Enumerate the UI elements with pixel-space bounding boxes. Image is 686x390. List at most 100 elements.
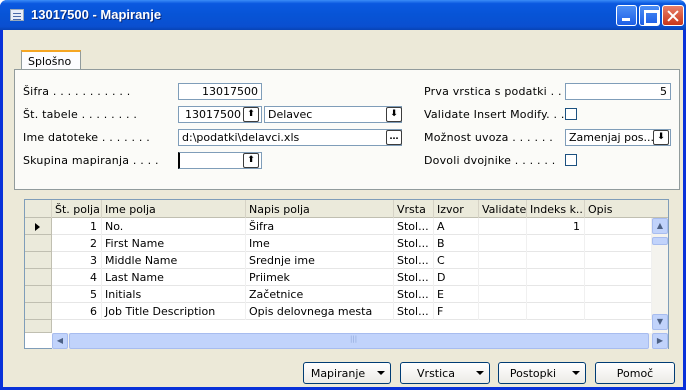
- table-row[interactable]: 5 Initials Začetnice Stol... E: [25, 286, 668, 303]
- table-row[interactable]: 1 No. Šifra Stol... A 1: [25, 218, 668, 235]
- grid-header: Št. polja Ime polja Napis polja Vrsta Iz…: [25, 200, 668, 218]
- scroll-right-icon[interactable]: ▶: [652, 333, 668, 349]
- cell-napis-polja[interactable]: Šifra: [246, 218, 394, 235]
- cell-ime-polja[interactable]: Middle Name: [102, 252, 246, 269]
- cell-validate[interactable]: [479, 218, 527, 235]
- cell-izvor[interactable]: D: [434, 269, 479, 286]
- ime-datoteke-field[interactable]: d:\podatki\delavci.xls: [178, 129, 402, 146]
- cell-napis-polja[interactable]: Srednje ime: [246, 252, 394, 269]
- horizontal-scroll-thumb[interactable]: [69, 333, 649, 349]
- cell-validate[interactable]: [479, 269, 527, 286]
- cell-napis-polja[interactable]: Priimek: [246, 269, 394, 286]
- row-selector[interactable]: [25, 218, 52, 235]
- col-opis[interactable]: Opis: [585, 200, 652, 218]
- validate-checkbox[interactable]: [565, 108, 577, 120]
- cell-izvor[interactable]: C: [434, 252, 479, 269]
- horizontal-scrollbar[interactable]: ◀ ▶: [52, 333, 668, 349]
- cell-opis[interactable]: [585, 286, 652, 303]
- cell-ime-polja[interactable]: Job Title Description: [102, 303, 246, 320]
- cell-opis[interactable]: [585, 303, 652, 320]
- title-bar[interactable]: 13017500 - Mapiranje: [0, 0, 686, 30]
- cell-indeks[interactable]: 1: [527, 218, 585, 235]
- cell-ime-polja[interactable]: Initials: [102, 286, 246, 303]
- postopki-button[interactable]: Postopki: [498, 362, 586, 384]
- assist-edit-icon[interactable]: …: [386, 130, 402, 145]
- cell-opis[interactable]: [585, 218, 652, 235]
- lookup-arrow-icon[interactable]: ⬆: [243, 107, 259, 122]
- scroll-up-icon[interactable]: ▲: [652, 218, 668, 234]
- cell-indeks[interactable]: [527, 235, 585, 252]
- tab-splosno[interactable]: Splošno: [21, 50, 81, 70]
- pomoc-button[interactable]: Pomoč: [595, 362, 675, 384]
- row-selector[interactable]: [25, 252, 52, 269]
- cell-opis[interactable]: [585, 252, 652, 269]
- dovoli-checkbox[interactable]: [565, 154, 577, 166]
- col-izvor[interactable]: Izvor: [434, 200, 479, 218]
- row-selector[interactable]: [25, 269, 52, 286]
- col-validate[interactable]: Validate: [479, 200, 527, 218]
- cell-st-polja[interactable]: 3: [52, 252, 102, 269]
- col-napis-polja[interactable]: Napis polja: [246, 200, 394, 218]
- cell-vrsta[interactable]: Stol...: [394, 303, 434, 320]
- cell-validate[interactable]: [479, 235, 527, 252]
- lookup-arrow-icon[interactable]: ⬆: [243, 153, 259, 168]
- dropdown-icon[interactable]: ⬇: [653, 130, 669, 145]
- vertical-scroll-thumb[interactable]: [652, 237, 668, 245]
- col-vrsta[interactable]: Vrsta: [394, 200, 434, 218]
- maximize-button[interactable]: [639, 5, 660, 26]
- mapiranje-button[interactable]: Mapiranje: [303, 362, 391, 384]
- form-icon: [10, 9, 24, 21]
- cell-st-polja[interactable]: 2: [52, 235, 102, 252]
- dropdown-icon[interactable]: ⬇: [386, 107, 402, 122]
- table-row[interactable]: 6 Job Title Description Opis delovnega m…: [25, 303, 668, 320]
- dropdown-arrow-icon: [476, 371, 484, 375]
- row-selector[interactable]: [25, 286, 52, 303]
- row-selector[interactable]: [25, 235, 52, 252]
- cell-ime-polja[interactable]: No.: [102, 218, 246, 235]
- cell-vrsta[interactable]: Stol...: [394, 218, 434, 235]
- cell-napis-polja[interactable]: Opis delovnega mesta: [246, 303, 394, 320]
- cell-st-polja[interactable]: 5: [52, 286, 102, 303]
- scroll-down-icon[interactable]: ▼: [652, 314, 668, 330]
- col-ime-polja[interactable]: Ime polja: [102, 200, 246, 218]
- cell-vrsta[interactable]: Stol...: [394, 286, 434, 303]
- row-selector[interactable]: [25, 303, 52, 320]
- cell-indeks[interactable]: [527, 286, 585, 303]
- cell-napis-polja[interactable]: Začetnice: [246, 286, 394, 303]
- cell-indeks[interactable]: [527, 252, 585, 269]
- cell-vrsta[interactable]: Stol...: [394, 252, 434, 269]
- pomoc-label: Pomoč: [616, 367, 654, 380]
- cell-indeks[interactable]: [527, 269, 585, 286]
- cell-opis[interactable]: [585, 269, 652, 286]
- cell-vrsta[interactable]: Stol...: [394, 235, 434, 252]
- col-indeks[interactable]: Indeks k...: [527, 200, 585, 218]
- col-st-polja[interactable]: Št. polja: [52, 200, 102, 218]
- table-row[interactable]: 2 First Name Ime Stol... B: [25, 235, 668, 252]
- cell-izvor[interactable]: A: [434, 218, 479, 235]
- cell-napis-polja[interactable]: Ime: [246, 235, 394, 252]
- cell-opis[interactable]: [585, 235, 652, 252]
- vrstica-button[interactable]: Vrstica: [400, 362, 490, 384]
- cell-ime-polja[interactable]: Last Name: [102, 269, 246, 286]
- cell-validate[interactable]: [479, 286, 527, 303]
- vertical-scrollbar[interactable]: ▲ ▼: [652, 218, 668, 337]
- cell-st-polja[interactable]: 6: [52, 303, 102, 320]
- window-title: 13017500 - Mapiranje: [31, 7, 162, 22]
- cell-vrsta[interactable]: Stol...: [394, 269, 434, 286]
- close-button[interactable]: [662, 5, 684, 26]
- cell-validate[interactable]: [479, 303, 527, 320]
- scroll-left-icon[interactable]: ◀: [52, 333, 68, 349]
- cell-izvor[interactable]: F: [434, 303, 479, 320]
- table-row[interactable]: 3 Middle Name Srednje ime Stol... C: [25, 252, 668, 269]
- cell-st-polja[interactable]: 4: [52, 269, 102, 286]
- minimize-button[interactable]: [616, 5, 637, 26]
- cell-izvor[interactable]: B: [434, 235, 479, 252]
- prva-vrstica-field[interactable]: 5: [565, 83, 671, 100]
- table-row[interactable]: 4 Last Name Priimek Stol... D: [25, 269, 668, 286]
- cell-validate[interactable]: [479, 252, 527, 269]
- cell-st-polja[interactable]: 1: [52, 218, 102, 235]
- cell-ime-polja[interactable]: First Name: [102, 235, 246, 252]
- cell-izvor[interactable]: E: [434, 286, 479, 303]
- sifra-field[interactable]: 13017500: [178, 83, 262, 100]
- cell-indeks[interactable]: [527, 303, 585, 320]
